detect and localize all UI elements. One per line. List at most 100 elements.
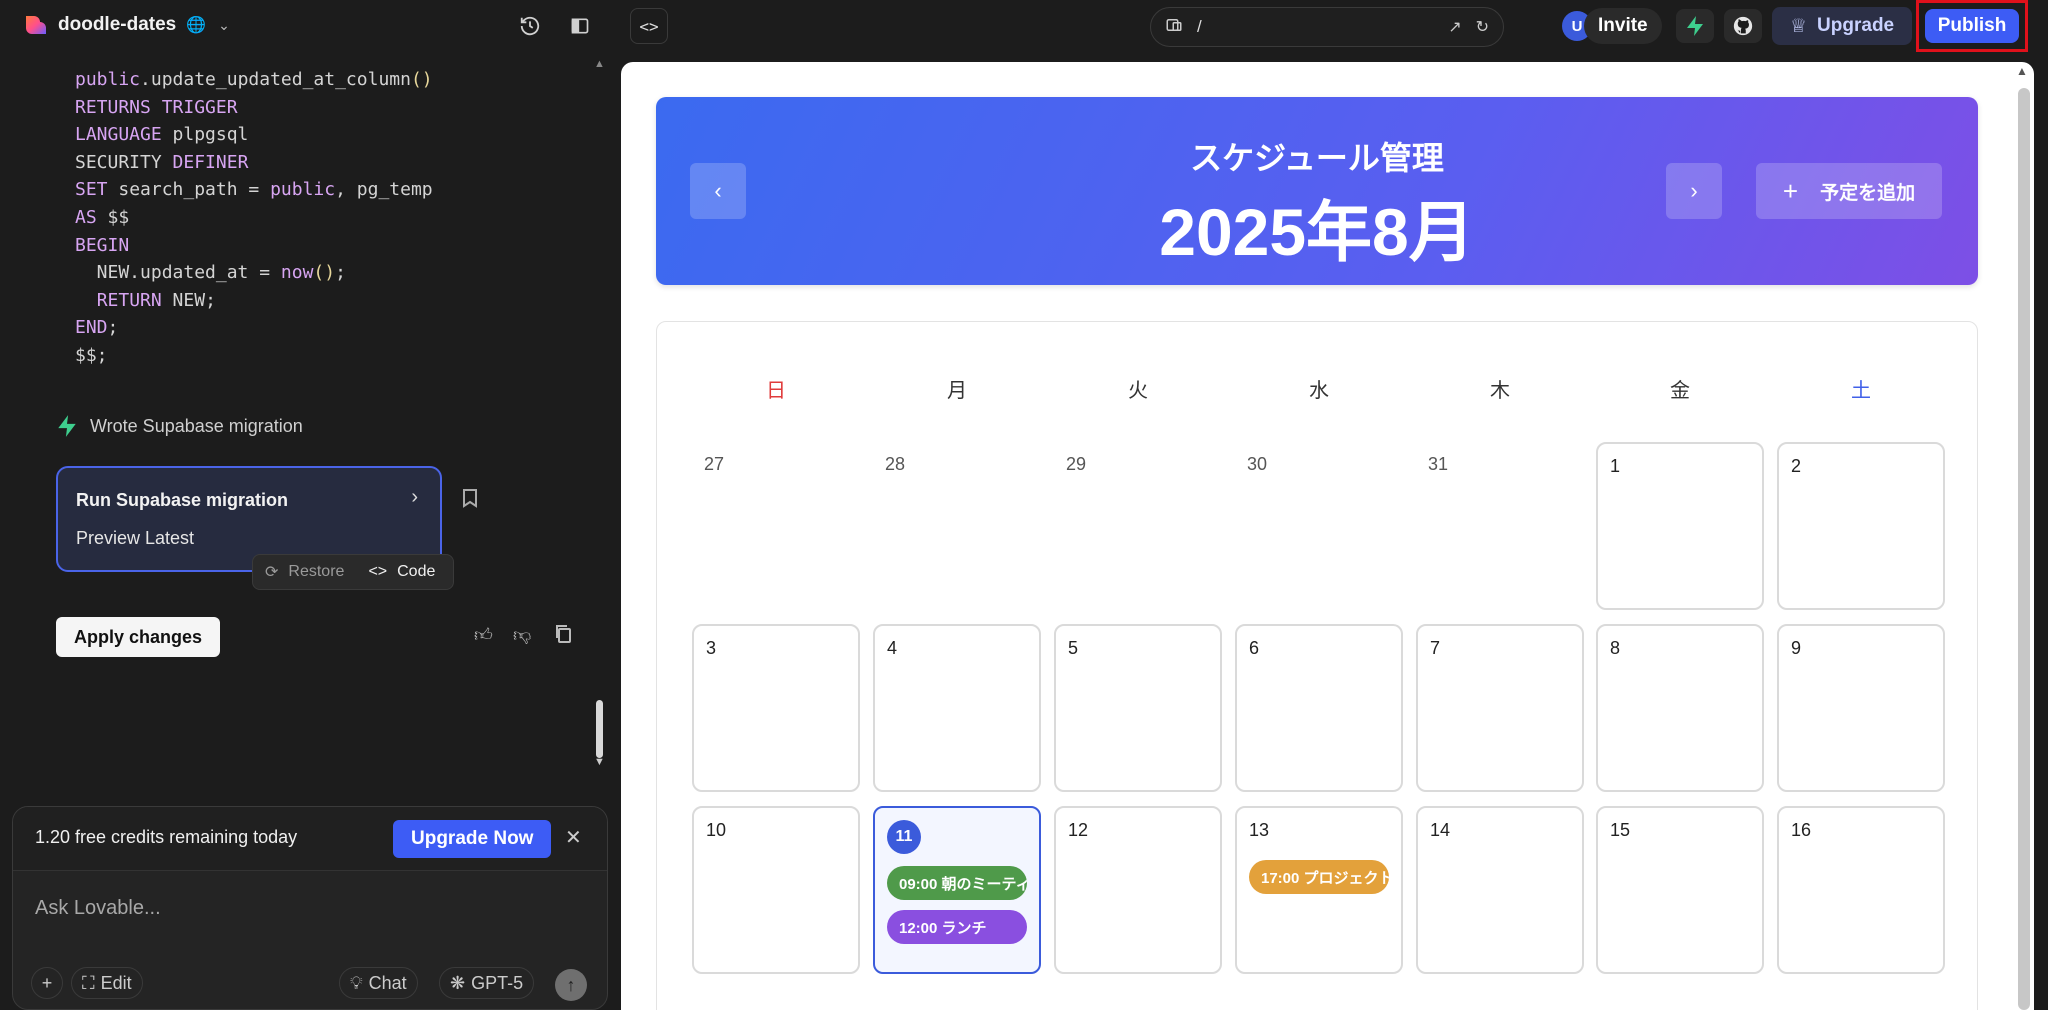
project-switcher[interactable]: doodle-dates 🌐 ⌄ [22, 12, 230, 38]
calendar-day-3[interactable]: 3 [692, 624, 860, 792]
weekday-header: 月 [947, 380, 967, 402]
calendar-day-31[interactable]: 31 [1416, 442, 1584, 610]
device-icon[interactable] [1165, 16, 1183, 39]
copy-icon[interactable] [554, 624, 572, 649]
code-line: SET search_path = public, pg_temp [75, 179, 433, 201]
chevron-down-icon: ⌄ [218, 16, 230, 33]
preview-scrollbar[interactable] [2018, 88, 2030, 1010]
code-line: BEGIN [75, 234, 130, 256]
day-number: 10 [706, 820, 727, 840]
add-event-label: 予定を追加 [1820, 182, 1916, 204]
calendar-day-16[interactable]: 16 [1777, 806, 1945, 974]
code-line: $$; [75, 344, 108, 366]
code-button[interactable]: Code [397, 563, 435, 581]
calendar-day-12[interactable]: 12 [1054, 806, 1222, 974]
bookmark-icon[interactable] [462, 488, 478, 513]
preview-url-bar[interactable]: / ↗ ↻ [1150, 7, 1504, 47]
calendar-header: スケジュール管理 2025年8月 ‹ › + 予定を追加 [656, 97, 1978, 285]
sidebar-toggle-icon[interactable] [566, 12, 594, 40]
weekday-header: 土 [1851, 380, 1871, 402]
thumbs-down-icon[interactable]: 👎︎ [513, 624, 531, 646]
chat-scroll-up-icon[interactable]: ▲ [594, 58, 605, 70]
invite-button[interactable]: Invite [1584, 8, 1662, 44]
edit-label: Edit [100, 972, 132, 993]
day-number: 31 [1428, 454, 1449, 474]
edit-button[interactable]: ⛶ Edit [71, 967, 143, 999]
next-month-button[interactable]: › [1666, 163, 1722, 219]
calendar-day-30[interactable]: 30 [1235, 442, 1403, 610]
code-line: public.update_updated_at_column() [75, 69, 433, 90]
history-icon[interactable] [516, 12, 544, 40]
calendar-day-6[interactable]: 6 [1235, 624, 1403, 792]
calendar-day-27[interactable]: 27 [692, 442, 860, 610]
calendar-day-13[interactable]: 13 17:00 プロジェクト締切 [1235, 806, 1403, 974]
chevron-left-icon: ‹ [714, 178, 722, 203]
chat-composer: 1.20 free credits remaining today Upgrad… [12, 806, 608, 1010]
upgrade-label: Upgrade [1817, 15, 1895, 36]
chat-scrollbar[interactable] [596, 700, 603, 758]
calendar-event[interactable]: 17:00 プロジェクト締切 [1249, 860, 1389, 894]
chat-label: Chat [368, 972, 407, 993]
plus-icon: + [1782, 175, 1799, 206]
edit-icon: ⛶ [82, 972, 95, 993]
calendar-day-15[interactable]: 15 [1596, 806, 1764, 974]
weekday-header: 日 [766, 380, 786, 402]
github-button[interactable] [1724, 9, 1762, 43]
day-number: 12 [1068, 820, 1089, 840]
model-selector[interactable]: ❋ GPT-5 [439, 967, 535, 999]
preview-scroll-up-icon[interactable]: ▲ [2016, 64, 2028, 78]
restore-button[interactable]: Restore [288, 563, 344, 581]
calendar-day-10[interactable]: 10 [692, 806, 860, 974]
model-label: GPT-5 [471, 972, 524, 993]
calendar-day-1[interactable]: 1 [1596, 442, 1764, 610]
open-external-icon[interactable]: ↗ [1448, 17, 1461, 37]
github-icon [1733, 16, 1753, 36]
supabase-button[interactable] [1676, 9, 1714, 43]
top-bar: doodle-dates 🌐 ⌄ <> / ↗ ↻ U Invite ♕ Upg… [0, 0, 2048, 52]
calendar-event[interactable]: 09:00 朝のミーティング [887, 866, 1027, 900]
run-card-title: Run Supabase migration [76, 490, 289, 510]
code-line: AS $$ [75, 206, 130, 228]
calendar-day-29[interactable]: 29 [1054, 442, 1222, 610]
prev-month-button[interactable]: ‹ [690, 163, 746, 219]
openai-icon: ❋ [450, 972, 466, 993]
url-path[interactable]: / [1197, 17, 1434, 37]
code-view-toggle[interactable]: <> [630, 8, 668, 44]
send-button[interactable]: ↑ [555, 969, 587, 1001]
add-attachment-button[interactable]: + [31, 967, 63, 999]
weekday-header: 火 [1128, 380, 1148, 402]
calendar-day-2[interactable]: 2 [1777, 442, 1945, 610]
thumbs-up-icon[interactable]: 👍︎ [474, 624, 493, 646]
calendar-day-28[interactable]: 28 [873, 442, 1041, 610]
calendar-day-11[interactable]: 11 09:00 朝のミーティング 12:00 ランチ [873, 806, 1041, 974]
lightbulb-icon: 💡︎ [350, 972, 363, 993]
run-card-subtitle: Preview Latest [76, 528, 195, 548]
day-number: 28 [885, 454, 906, 474]
calendar-day-8[interactable]: 8 [1596, 624, 1764, 792]
restore-icon: ⟳ [265, 564, 279, 581]
calendar-event[interactable]: 12:00 ランチ [887, 910, 1027, 944]
supabase-icon [1687, 16, 1703, 36]
chevron-right-icon: › [1690, 178, 1698, 203]
publish-button[interactable]: Publish [1925, 9, 2019, 43]
upgrade-button[interactable]: ♕ Upgrade [1772, 7, 1913, 45]
chat-mode-button[interactable]: 💡︎ Chat [339, 967, 418, 999]
refresh-icon[interactable]: ↻ [1476, 17, 1489, 37]
calendar-day-4[interactable]: 4 [873, 624, 1041, 792]
day-number: 3 [706, 638, 717, 658]
ask-input[interactable]: Ask Lovable... [35, 897, 161, 920]
day-number: 4 [887, 638, 898, 658]
chat-scroll-down-icon[interactable]: ▼ [594, 756, 605, 768]
calendar-day-7[interactable]: 7 [1416, 624, 1584, 792]
sql-code-block: public.update_updated_at_column() RETURNS… [75, 66, 433, 370]
code-line: RETURNS TRIGGER [75, 96, 238, 118]
calendar-day-9[interactable]: 9 [1777, 624, 1945, 792]
calendar-day-5[interactable]: 5 [1054, 624, 1222, 792]
close-icon[interactable]: ✕ [565, 825, 582, 850]
add-event-button[interactable]: + 予定を追加 [1756, 163, 1942, 219]
upgrade-now-button[interactable]: Upgrade Now [393, 820, 552, 858]
day-number: 9 [1791, 638, 1802, 658]
day-number: 14 [1430, 820, 1451, 840]
calendar-day-14[interactable]: 14 [1416, 806, 1584, 974]
apply-changes-button[interactable]: Apply changes [56, 617, 221, 657]
